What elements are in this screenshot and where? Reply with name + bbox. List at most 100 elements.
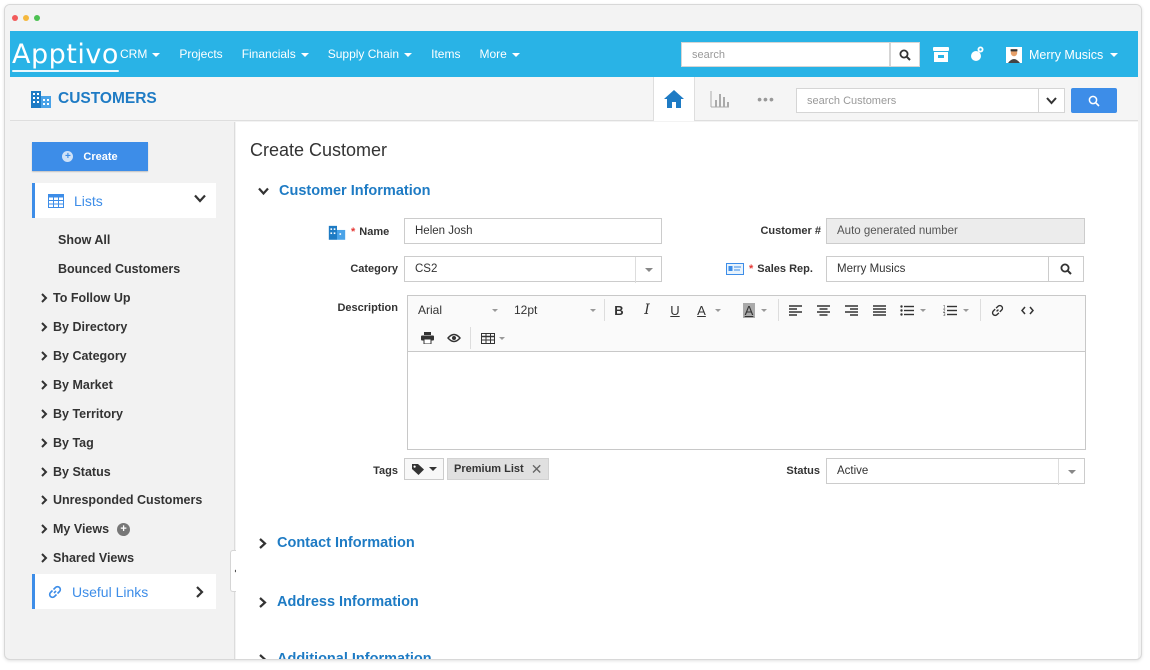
chevron-right-icon: [41, 495, 48, 506]
nav-items[interactable]: Items: [431, 47, 460, 61]
remove-tag-icon[interactable]: ✕: [531, 461, 543, 478]
tag-icon: [411, 463, 424, 475]
module-header: CUSTOMERS ••• search Customers: [10, 77, 1138, 121]
bold-button[interactable]: B: [610, 296, 628, 324]
chevron-down-icon: [492, 308, 498, 312]
sidebar-item-to-follow-up[interactable]: To Follow Up: [40, 284, 202, 313]
name-input[interactable]: Helen Josh: [404, 218, 662, 244]
user-menu[interactable]: Merry Musics: [1006, 45, 1119, 65]
window-titlebar: [5, 5, 1141, 31]
dashboard-tab[interactable]: [703, 87, 737, 111]
table-insert-icon[interactable]: [478, 324, 508, 352]
customer-search-button[interactable]: [1071, 88, 1117, 113]
align-left-icon[interactable]: [786, 296, 804, 324]
create-button[interactable]: + Create: [32, 142, 148, 171]
align-center-icon[interactable]: [814, 296, 832, 324]
more-options-icon[interactable]: •••: [751, 87, 781, 111]
home-tab[interactable]: [653, 77, 695, 121]
useful-links-panel-header[interactable]: Useful Links: [32, 574, 216, 609]
category-select[interactable]: CS2: [404, 256, 662, 283]
description-label: Description: [337, 302, 398, 314]
sales-rep-input[interactable]: Merry Musics: [826, 256, 1049, 282]
nav-more[interactable]: More: [479, 47, 520, 61]
underline-button[interactable]: U: [666, 296, 684, 324]
sales-rep-search-button[interactable]: [1048, 256, 1084, 282]
highlight-color-button[interactable]: A: [738, 296, 772, 324]
chevron-right-icon: [259, 653, 267, 659]
sidebar-item-by-directory[interactable]: By Directory: [40, 313, 202, 342]
user-gear-icon[interactable]: [966, 43, 988, 65]
link-icon[interactable]: [988, 296, 1006, 324]
nav-projects[interactable]: Projects: [179, 47, 222, 61]
editor-toolbar: Arial 12pt B I U A A 123: [408, 296, 1085, 352]
chevron-right-icon: [41, 293, 48, 303]
search-filter-dropdown[interactable]: [1039, 88, 1065, 113]
chevron-down-icon: [1046, 96, 1057, 104]
sidebar-item-show-all[interactable]: Show All: [40, 226, 202, 255]
italic-button[interactable]: I: [638, 296, 656, 324]
chevron-down-icon: [258, 187, 269, 195]
align-right-icon[interactable]: [842, 296, 860, 324]
nav-crm[interactable]: CRM: [120, 47, 161, 61]
close-window-dot[interactable]: [12, 15, 18, 21]
customer-search-input[interactable]: search Customers: [796, 88, 1039, 113]
sidebar-item-by-category[interactable]: By Category: [40, 342, 202, 371]
main-content: Create Customer Customer Information * Na…: [236, 122, 1138, 659]
font-size-select[interactable]: 12pt: [514, 296, 598, 324]
section-customer-information[interactable]: Customer Information: [258, 183, 430, 199]
font-color-button[interactable]: A: [694, 296, 724, 324]
customer-number-label: Customer #: [760, 225, 821, 237]
section-address-information[interactable]: Address Information: [258, 594, 419, 610]
nav-financials[interactable]: Financials: [242, 47, 309, 61]
apptivo-logo[interactable]: Apptivo: [12, 39, 119, 72]
tag-picker-button[interactable]: [404, 458, 444, 480]
preview-eye-icon[interactable]: [445, 324, 463, 352]
chevron-down-icon: [714, 308, 721, 312]
id-card-icon: [726, 263, 744, 275]
name-label: * Name: [328, 224, 389, 240]
calendar-grid-icon: [48, 193, 64, 208]
sidebar-item-by-territory[interactable]: By Territory: [40, 399, 202, 428]
print-icon[interactable]: [418, 324, 436, 352]
search-icon: [899, 49, 911, 61]
align-justify-icon[interactable]: [870, 296, 888, 324]
chevron-down-icon: [404, 52, 413, 57]
sidebar: + Create Lists Show All Bounced Customer…: [10, 122, 244, 659]
sidebar-item-bounced-customers[interactable]: Bounced Customers: [40, 255, 202, 284]
sidebar-item-unresponded-customers[interactable]: Unresponded Customers: [40, 486, 202, 515]
font-family-select[interactable]: Arial: [418, 296, 500, 324]
maximize-window-dot[interactable]: [34, 15, 40, 21]
minimize-window-dot[interactable]: [23, 15, 29, 21]
building-icon: [31, 91, 51, 108]
status-select[interactable]: Active: [826, 458, 1085, 485]
lists-panel-header[interactable]: Lists: [32, 183, 216, 218]
chevron-down-icon: [761, 308, 768, 312]
search-icon: [1088, 95, 1100, 107]
lists-label: Lists: [74, 192, 103, 209]
sidebar-item-by-status[interactable]: By Status: [40, 457, 202, 486]
chevron-right-icon: [41, 553, 48, 563]
bullet-list-icon[interactable]: [898, 296, 928, 324]
description-textarea[interactable]: [408, 352, 1085, 450]
sidebar-item-shared-views[interactable]: Shared Views: [40, 544, 202, 573]
section-contact-information[interactable]: Contact Information: [258, 535, 415, 551]
module-title[interactable]: CUSTOMERS: [30, 89, 157, 108]
numbered-list-icon[interactable]: 123: [941, 296, 971, 324]
home-icon: [664, 90, 684, 108]
sidebar-item-my-views[interactable]: My Views +: [40, 515, 202, 544]
tag-chip: Premium List ✕: [447, 458, 550, 480]
global-search-input[interactable]: search: [681, 42, 890, 67]
store-icon[interactable]: [930, 43, 952, 65]
building-icon: [328, 225, 346, 240]
add-view-icon[interactable]: +: [117, 522, 131, 536]
chevron-down-icon: [300, 52, 309, 57]
sidebar-item-by-market[interactable]: By Market: [40, 370, 202, 399]
global-search-button[interactable]: [890, 42, 920, 67]
section-additional-information[interactable]: Additional Information: [258, 651, 432, 659]
code-view-icon[interactable]: [1018, 296, 1036, 324]
chevron-down-icon: [1110, 53, 1119, 57]
nav-supply-chain[interactable]: Supply Chain: [328, 47, 413, 61]
category-label: Category: [350, 263, 398, 275]
search-icon: [1060, 263, 1072, 275]
sidebar-item-by-tag[interactable]: By Tag: [40, 428, 202, 457]
